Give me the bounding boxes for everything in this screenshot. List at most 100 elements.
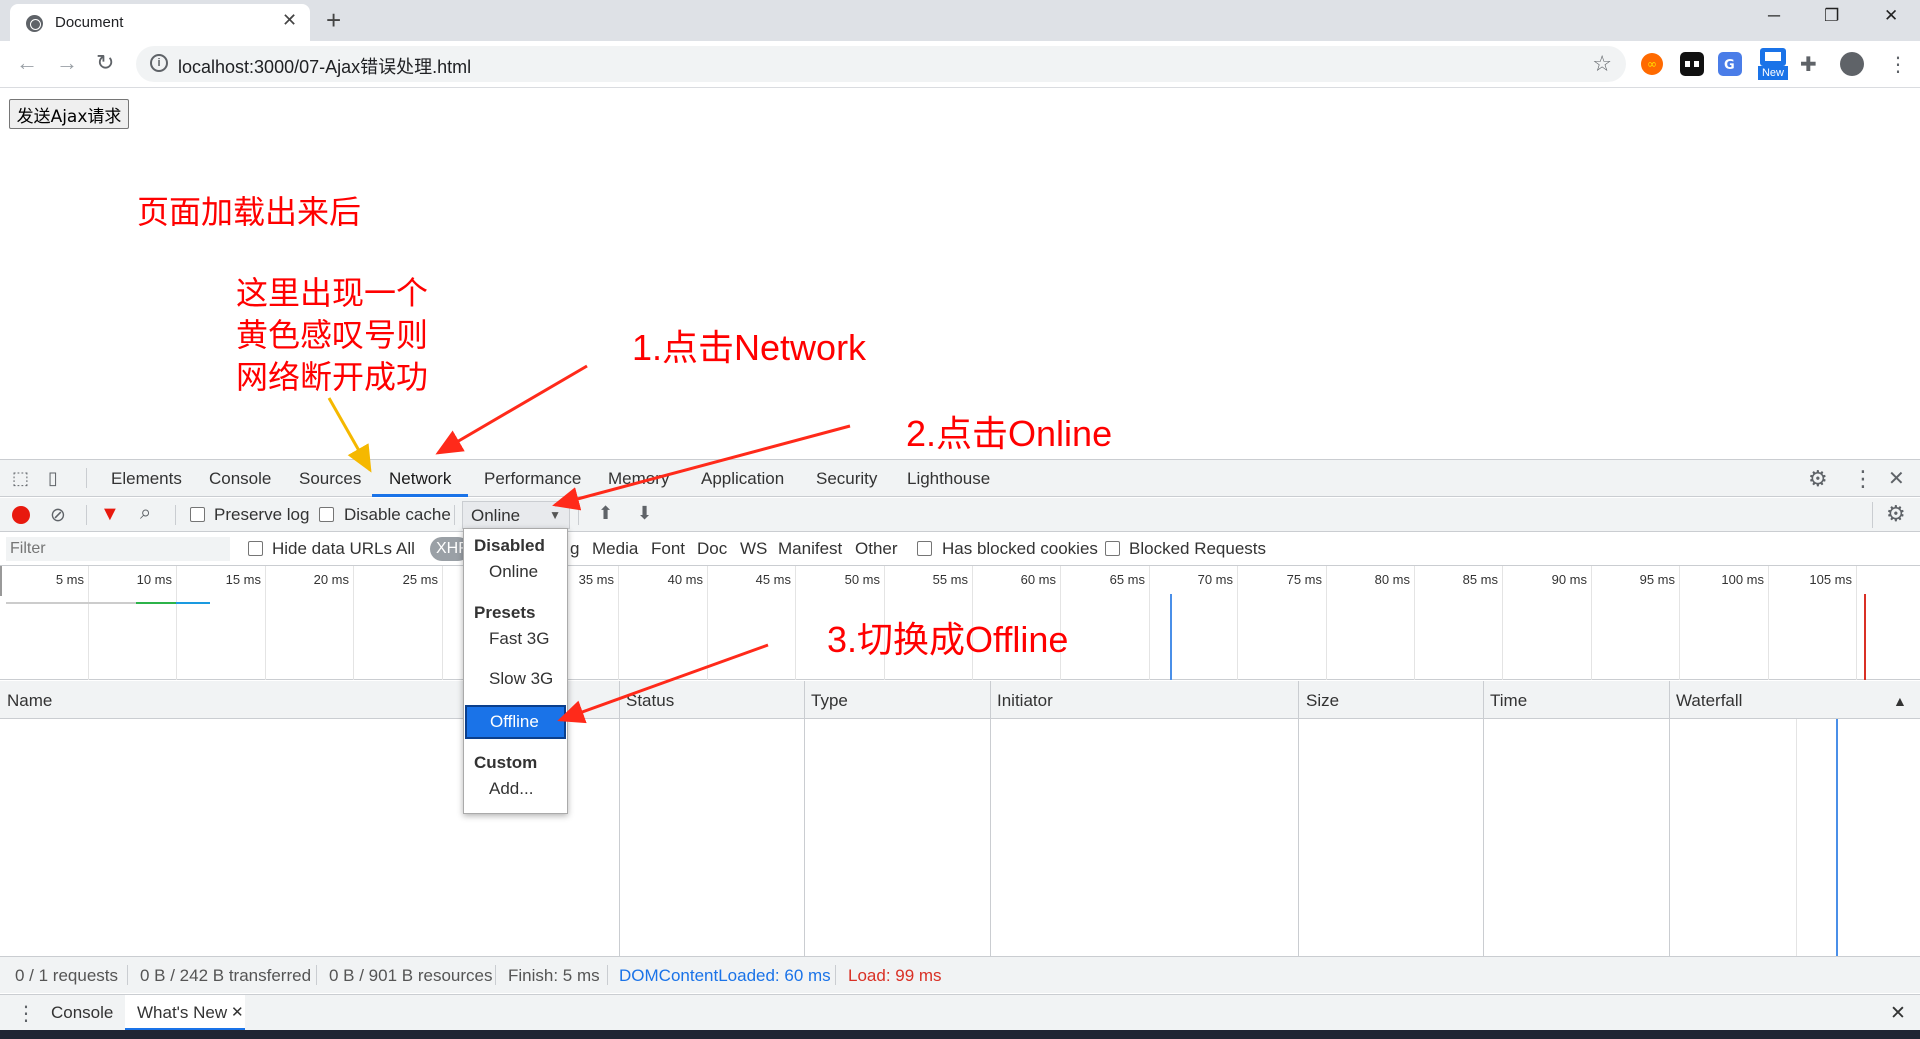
tab-application[interactable]: Application [701,469,784,489]
column-waterfall[interactable]: Waterfall [1676,691,1742,711]
timeline-tick-label: 45 ms [755,572,791,587]
tab-elements[interactable]: Elements [111,469,182,489]
new-tab-button[interactable]: + [326,4,341,36]
filter-funnel-icon[interactable]: ▼ [100,503,120,526]
send-ajax-button[interactable]: 发送Ajax请求 [9,99,129,129]
hide-data-urls-checkbox[interactable] [248,541,263,556]
filter-type-img-fragment[interactable]: g [570,539,579,559]
drawer-close-icon[interactable]: ✕ [1890,1002,1906,1025]
tab-sources[interactable]: Sources [299,469,361,489]
more-menu-icon[interactable]: ⋮ [1852,466,1874,492]
preserve-log-checkbox[interactable] [190,507,205,522]
new-badge: New [1758,66,1788,80]
blocked-requests-checkbox[interactable] [1105,541,1120,556]
column-time[interactable]: Time [1490,691,1527,711]
timeline-gridline [442,566,443,680]
network-settings-gear-icon[interactable]: ⚙ [1886,501,1906,527]
search-icon[interactable]: ⌕ [140,502,151,525]
minimize-button[interactable]: ─ [1768,6,1780,26]
menu-item-fast-3g[interactable]: Fast 3G [464,622,567,656]
filter-input[interactable] [6,537,230,561]
column-size[interactable]: Size [1306,691,1339,711]
column-initiator[interactable]: Initiator [997,691,1053,711]
drawer-tab-whats-new-label: What's New [137,1003,228,1022]
settings-gear-icon[interactable]: ⚙ [1808,466,1828,492]
svg-text:∞: ∞ [1647,57,1657,71]
os-taskbar [0,1030,1920,1039]
profile-avatar-icon[interactable] [1840,52,1864,76]
timeline-tick-label: 100 ms [1721,572,1764,587]
window-close-button[interactable]: ✕ [1884,6,1898,26]
filter-bar: Hide data URLs All XHR g Media Font Doc … [0,533,1920,566]
timeline-gridline [1591,566,1592,680]
extension-infinity-icon[interactable]: ∞ [1640,52,1664,76]
tab-lighthouse[interactable]: Lighthouse [907,469,990,489]
filter-type-manifest[interactable]: Manifest [778,539,842,559]
timeline-gridline [1502,566,1503,680]
filter-type-media[interactable]: Media [592,539,638,559]
export-har-icon[interactable]: ⬇ [637,503,652,524]
url-text[interactable]: localhost:3000/07-Ajax错误处理.html [178,53,471,79]
timeline-tick-label: 50 ms [844,572,880,587]
tab-network[interactable]: Network [389,469,451,489]
column-status[interactable]: Status [626,691,674,711]
filter-type-ws[interactable]: WS [740,539,767,559]
menu-item-online[interactable]: Online [464,555,567,589]
has-blocked-cookies-checkbox[interactable] [917,541,932,556]
restore-button[interactable]: ❐ [1824,6,1839,26]
menu-item-slow-3g[interactable]: Slow 3G [464,662,567,696]
timeline-gridline [353,566,354,680]
tab-performance[interactable]: Performance [484,469,581,489]
browser-tab[interactable]: Document ✕ [10,4,310,41]
timeline-gridline [1326,566,1327,680]
filter-type-all[interactable]: All [396,539,415,559]
chrome-menu-icon[interactable]: ⋮ [1888,52,1912,76]
domcontentloaded-line [1170,594,1172,680]
divider [127,965,128,985]
menu-item-add[interactable]: Add... [464,772,567,806]
extension-dark-icon[interactable] [1680,52,1704,76]
timeline-gridline [1237,566,1238,680]
drawer-tab-close-icon[interactable]: ✕ [231,1003,244,1021]
bookmark-star-icon[interactable]: ☆ [1592,51,1612,77]
divider [454,505,455,525]
column-type[interactable]: Type [811,691,848,711]
tab-security[interactable]: Security [816,469,877,489]
info-icon[interactable]: i [150,54,168,72]
back-arrow-icon[interactable]: ← [16,50,38,76]
tab-console[interactable]: Console [209,469,271,489]
device-toolbar-icon[interactable]: ▯ [48,468,58,489]
new-extension-icon[interactable]: New [1758,47,1788,81]
divider [86,468,87,488]
forward-arrow-icon[interactable]: → [56,50,78,76]
summary-finish: Finish: 5 ms [508,966,600,985]
throttling-select[interactable]: Online ▼ [462,501,570,529]
reload-icon[interactable]: ↻ [96,50,114,76]
disable-cache-checkbox[interactable] [319,507,334,522]
summary-transferred: 0 B / 242 B transferred [140,966,312,985]
clear-icon[interactable]: ⊘ [50,504,66,527]
address-bar: ← → ↻ i localhost:3000/07-Ajax错误处理.html … [0,41,1920,88]
menu-group-custom: Custom [474,753,538,772]
column-name[interactable]: Name [7,691,52,711]
drawer-tab-console[interactable]: Console [51,1003,113,1023]
drawer-tab-whats-new[interactable]: What's New ✕ [125,995,245,1031]
omnibox[interactable]: i localhost:3000/07-Ajax错误处理.html ☆ [136,46,1626,82]
requests-table-body[interactable] [0,719,1920,956]
timeline-gridline [1414,566,1415,680]
filter-type-other[interactable]: Other [855,539,898,559]
drawer-menu-icon[interactable]: ⋮ [16,1001,36,1026]
filter-type-font[interactable]: Font [651,539,685,559]
sort-ascending-icon[interactable]: ▲ [1893,693,1907,709]
request-bar-waiting [6,602,136,604]
import-har-icon[interactable]: ⬆ [598,503,613,524]
inspect-element-icon[interactable]: ⬚ [12,468,29,489]
tab-close-icon[interactable]: ✕ [282,10,297,31]
menu-item-offline[interactable]: Offline [465,705,566,739]
record-icon[interactable] [12,506,30,524]
filter-type-doc[interactable]: Doc [697,539,727,559]
puzzle-extensions-icon[interactable]: ✚ [1800,52,1824,76]
translate-icon[interactable]: G [1718,52,1742,76]
tab-memory[interactable]: Memory [608,469,669,489]
close-devtools-icon[interactable]: ✕ [1888,466,1905,491]
